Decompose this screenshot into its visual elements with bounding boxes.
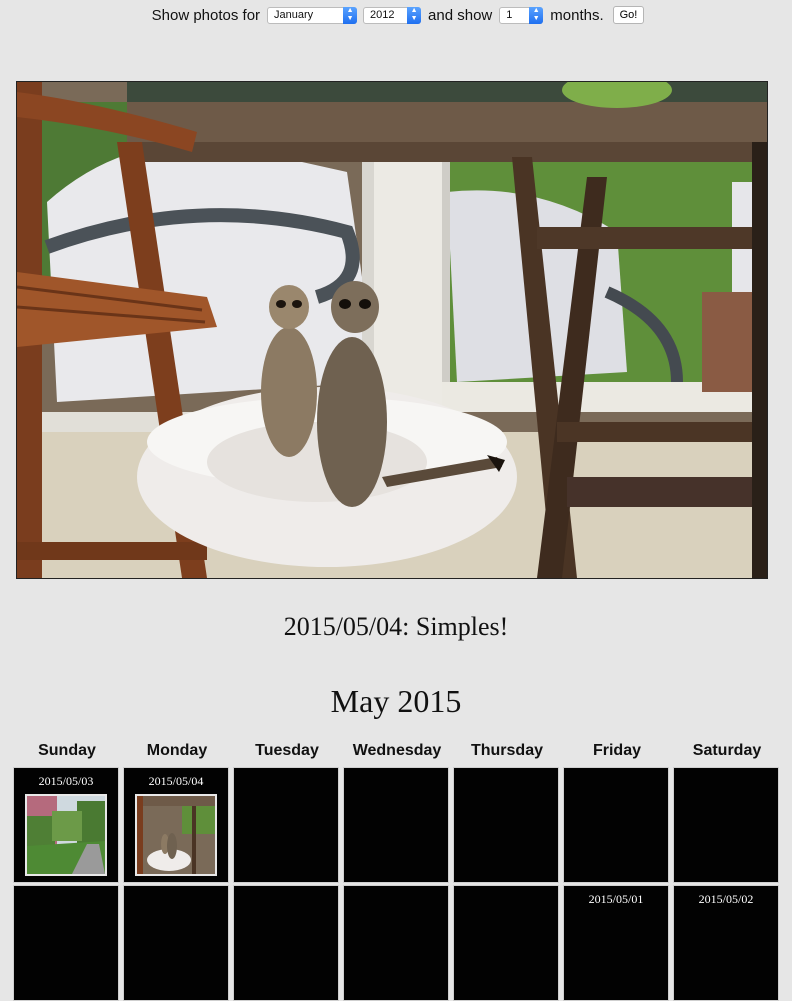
weekday-header-thursday: Thursday bbox=[470, 742, 543, 759]
weekday-header-sunday: Sunday bbox=[38, 742, 96, 759]
weekday-header-tuesday: Tuesday bbox=[255, 742, 319, 759]
calendar-day-cell bbox=[123, 885, 229, 1001]
photo-filter-bar: Show photos for January ▲ ▼ 2012 ▲ ▼ and s… bbox=[0, 6, 792, 24]
weekday-header-monday: Monday bbox=[146, 742, 208, 759]
calendar-day-cell bbox=[233, 767, 339, 883]
photo-thumbnail[interactable] bbox=[135, 794, 217, 876]
calendar-day-cell[interactable]: 2015/05/01 bbox=[563, 885, 669, 1001]
meerkat-thumbnail-image bbox=[137, 796, 215, 874]
calendar-month-title: May 2015 bbox=[330, 683, 462, 719]
calendar-day-cell bbox=[233, 885, 339, 1001]
day-date-label: 2015/05/01 bbox=[588, 892, 644, 906]
months-label: months. bbox=[550, 6, 604, 24]
weekday-header-friday: Friday bbox=[592, 742, 641, 759]
day-date-label: 2015/05/02 bbox=[698, 892, 754, 906]
calendar-day-cell[interactable]: 2015/05/02 bbox=[673, 885, 779, 1001]
calendar-day-cell[interactable]: 2015/05/04 bbox=[123, 767, 229, 883]
calendar-day-cell bbox=[563, 767, 669, 883]
month-select-value: January bbox=[274, 8, 314, 21]
day-date-label: 2015/05/04 bbox=[148, 774, 204, 788]
weekday-header-saturday: Saturday bbox=[692, 742, 762, 759]
months-count-select[interactable]: 1 ▲ ▼ bbox=[499, 6, 544, 24]
calendar-day-cell[interactable]: 2015/05/03 bbox=[13, 767, 119, 883]
year-select-value: 2012 bbox=[370, 8, 395, 21]
meerkat-photo-image bbox=[17, 82, 767, 578]
weekday-header-wednesday: Wednesday bbox=[352, 742, 442, 759]
select-arrows-icon: ▲ ▼ bbox=[407, 6, 422, 24]
month-select[interactable]: January ▲ ▼ bbox=[267, 6, 358, 24]
select-arrows-icon: ▲ ▼ bbox=[343, 6, 358, 24]
and-show-label: and show bbox=[428, 6, 493, 24]
months-count-value: 1 bbox=[506, 8, 513, 21]
calendar-day-cell bbox=[343, 767, 449, 883]
garden-path-thumbnail-image bbox=[27, 796, 105, 874]
calendar-day-cell bbox=[453, 885, 559, 1001]
photo-thumbnail[interactable] bbox=[25, 794, 107, 876]
calendar-day-cell bbox=[453, 767, 559, 883]
select-arrows-icon: ▲ ▼ bbox=[529, 6, 544, 24]
calendar-day-cell bbox=[673, 767, 779, 883]
year-select[interactable]: 2012 ▲ ▼ bbox=[363, 6, 422, 24]
photo-caption: 2015/05/04: Simples! bbox=[283, 612, 509, 641]
day-date-label: 2015/05/03 bbox=[38, 774, 94, 788]
calendar-day-cell bbox=[343, 885, 449, 1001]
calendar-day-cell bbox=[13, 885, 119, 1001]
main-photo[interactable] bbox=[16, 81, 768, 579]
show-photos-label: Show photos for bbox=[151, 6, 261, 24]
go-button[interactable]: Go! bbox=[612, 6, 645, 24]
